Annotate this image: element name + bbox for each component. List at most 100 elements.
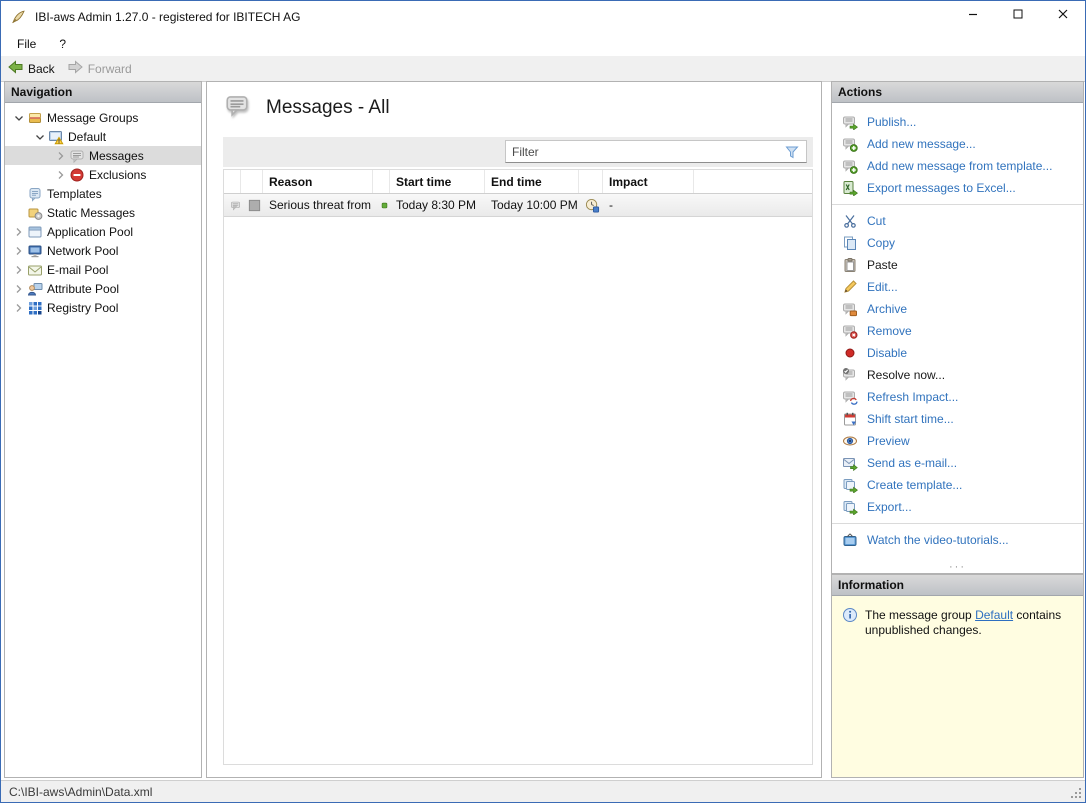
column-header-empty[interactable]	[579, 170, 603, 193]
sidebar-item-registry-pool[interactable]: Registry Pool	[5, 298, 201, 317]
publish-icon	[842, 114, 858, 130]
action-label: Publish...	[867, 115, 916, 129]
filter-box	[505, 140, 807, 163]
chevron-right-icon[interactable]	[11, 243, 27, 259]
action-remove[interactable]: Remove	[832, 320, 1083, 342]
action-add-new-message-from-template[interactable]: Add new message from template...	[832, 155, 1083, 177]
back-button[interactable]: Back	[7, 59, 55, 78]
sidebar-item-default[interactable]: Default	[5, 127, 201, 146]
chevron-right-icon[interactable]	[11, 262, 27, 278]
menu-file[interactable]: File	[17, 37, 36, 51]
action-label: Export messages to Excel...	[867, 181, 1016, 195]
action-disable[interactable]: Disable	[832, 342, 1083, 364]
actions-header: Actions	[832, 82, 1083, 103]
action-export[interactable]: Export...	[832, 496, 1083, 518]
forward-icon	[67, 59, 83, 78]
table-row[interactable]: Serious threat from ...Today 8:30 PMToda…	[224, 194, 812, 217]
column-header-empty[interactable]	[224, 170, 241, 193]
action-paste[interactable]: Paste	[832, 254, 1083, 276]
refresh-impact-icon	[842, 389, 858, 405]
navigation-panel: Navigation Message GroupsDefaultMessages…	[4, 81, 202, 778]
action-label: Send as e-mail...	[867, 456, 957, 470]
sidebar-item-messages[interactable]: Messages	[5, 146, 201, 165]
cell-start-time: Today 8:30 PM	[390, 194, 485, 216]
chevron-right-icon[interactable]	[11, 224, 27, 240]
back-icon	[7, 59, 23, 78]
information-header: Information	[832, 575, 1083, 596]
status-bar: C:\IBI-aws\Admin\Data.xml	[1, 780, 1085, 802]
maximize-button[interactable]	[995, 1, 1040, 32]
action-label: Export...	[867, 500, 912, 514]
filter-input[interactable]	[506, 145, 784, 159]
close-button[interactable]	[1040, 1, 1085, 32]
column-header-empty[interactable]	[373, 170, 390, 193]
sidebar-item-e-mail-pool[interactable]: E-mail Pool	[5, 260, 201, 279]
cell-impact: -	[603, 194, 694, 216]
menu-help[interactable]: ?	[59, 37, 66, 51]
chevron-right-icon[interactable]	[53, 167, 69, 183]
information-message: The message group Default contains unpub…	[832, 596, 1083, 638]
sidebar-item-application-pool[interactable]: Application Pool	[5, 222, 201, 241]
column-header-start-time[interactable]: Start time	[390, 170, 485, 193]
messages-table: Reason Start timeEnd time Impact Serious t…	[223, 169, 813, 765]
action-archive[interactable]: Archive	[832, 298, 1083, 320]
action-send-as-e-mail[interactable]: Send as e-mail...	[832, 452, 1083, 474]
action-copy[interactable]: Copy	[832, 232, 1083, 254]
action-preview[interactable]: Preview	[832, 430, 1083, 452]
column-header-empty[interactable]	[241, 170, 263, 193]
action-publish[interactable]: Publish...	[832, 111, 1083, 133]
menu-bar: File ?	[1, 32, 1085, 56]
action-resolve-now[interactable]: Resolve now...	[832, 364, 1083, 386]
chevron-right-icon[interactable]	[11, 281, 27, 297]
panel-splitter-handle[interactable]: ···	[832, 562, 1083, 572]
action-cut[interactable]: Cut	[832, 210, 1083, 232]
column-header-end-time[interactable]: End time	[485, 170, 579, 193]
quill-icon	[10, 9, 28, 25]
action-add-new-message[interactable]: Add new message...	[832, 133, 1083, 155]
forward-button[interactable]: Forward	[67, 59, 132, 78]
toolbar: Back Forward	[1, 56, 1085, 82]
sidebar-item-exclusions[interactable]: Exclusions	[5, 165, 201, 184]
sidebar-item-attribute-pool[interactable]: Attribute Pool	[5, 279, 201, 298]
resize-grip[interactable]	[1070, 787, 1082, 799]
cell-end-time: Today 10:00 PM	[485, 194, 579, 216]
action-create-template[interactable]: Create template...	[832, 474, 1083, 496]
sidebar-item-label: Default	[68, 130, 106, 144]
chevron-right-icon[interactable]	[11, 300, 27, 316]
action-shift-start-time[interactable]: Shift start time...	[832, 408, 1083, 430]
table-body: Serious threat from ...Today 8:30 PMToda…	[224, 194, 812, 217]
sidebar-item-label: Messages	[89, 149, 144, 163]
action-label: Paste	[867, 258, 898, 272]
disable-icon	[842, 345, 858, 361]
minimize-button[interactable]	[950, 1, 995, 32]
column-header-reason[interactable]: Reason	[263, 170, 373, 193]
sidebar-item-message-groups[interactable]: Message Groups	[5, 108, 201, 127]
action-watch-the-video-tutorials[interactable]: Watch the video-tutorials...	[832, 529, 1083, 551]
action-export-messages-to-excel[interactable]: Export messages to Excel...	[832, 177, 1083, 199]
registry-pool-icon	[27, 300, 43, 316]
actions-list: Publish... Add new message...Add new mess…	[832, 103, 1083, 551]
filter-icon[interactable]	[784, 144, 800, 160]
action-label: Create template...	[867, 478, 962, 492]
column-header-impact[interactable]: Impact	[603, 170, 694, 193]
chevron-down-icon[interactable]	[11, 110, 27, 126]
navigation-tree: Message Groups Default Messages ExclusionsT…	[5, 103, 201, 317]
sidebar-item-static-messages[interactable]: Static Messages	[5, 203, 201, 222]
action-edit[interactable]: Edit...	[832, 276, 1083, 298]
attribute-pool-icon	[27, 281, 43, 297]
action-label: Watch the video-tutorials...	[867, 533, 1009, 547]
sidebar-item-network-pool[interactable]: Network Pool	[5, 241, 201, 260]
chevron-down-icon[interactable]	[32, 129, 48, 145]
action-refresh-impact[interactable]: Refresh Impact...	[832, 386, 1083, 408]
window-controls	[950, 1, 1085, 32]
forward-label: Forward	[88, 62, 132, 76]
chevron-right-icon[interactable]	[53, 148, 69, 164]
action-label: Resolve now...	[867, 368, 945, 382]
app-window: IBI-aws Admin 1.27.0 - registered for IB…	[0, 0, 1086, 803]
clock-icon	[579, 194, 603, 216]
paste-icon	[842, 257, 858, 273]
sidebar-item-templates[interactable]: Templates	[5, 184, 201, 203]
default-group-link[interactable]: Default	[975, 608, 1013, 622]
action-label: Refresh Impact...	[867, 390, 958, 404]
filter-strip	[223, 137, 813, 167]
